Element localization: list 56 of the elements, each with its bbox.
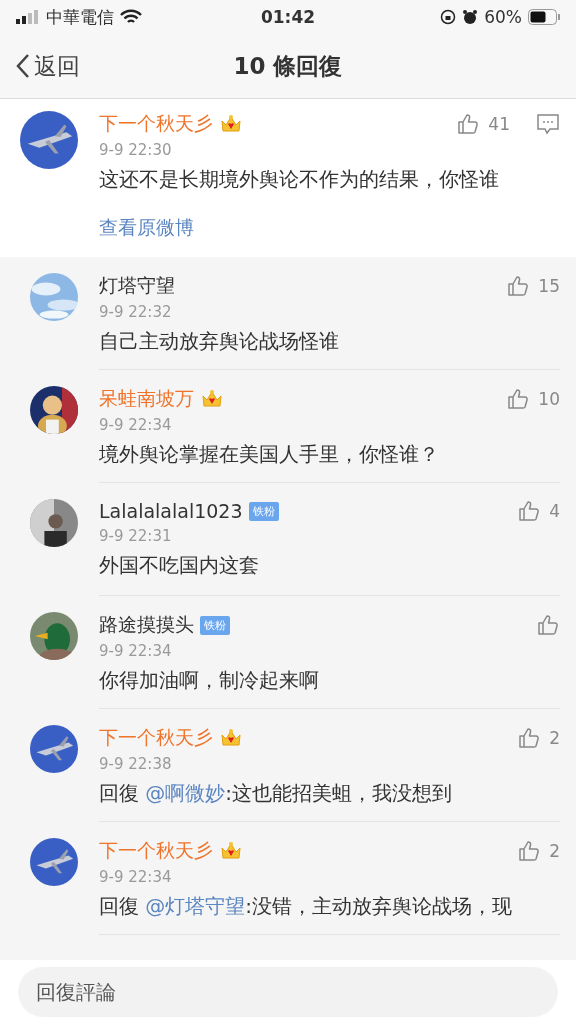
like-count: 10 [538,389,560,409]
mention-link[interactable]: @灯塔守望 [145,894,246,918]
chevron-left-icon [16,53,30,79]
mention-link[interactable]: @啊微妙 [145,781,226,805]
like-count: 4 [549,501,560,521]
crown-icon [219,727,243,749]
comment-icon[interactable] [536,113,560,135]
like-count: 41 [488,114,510,134]
wifi-icon [120,9,142,25]
user-name[interactable]: 呆蛙南坡万 [99,386,194,412]
timestamp: 9-9 22:31 [99,527,173,545]
user-name[interactable]: 灯塔守望 [99,273,175,299]
back-button[interactable]: 返回 [16,50,80,82]
user-name[interactable]: 路途摸摸头 [99,612,194,638]
view-original-link[interactable]: 查看原微博 [99,215,194,241]
timestamp: 9-9 22:34 [99,642,173,660]
crown-icon [219,113,243,135]
timestamp: 9-9 22:38 [99,755,173,773]
rotation-lock-icon [440,9,457,25]
comment-text: 这还不是长期境外舆论不作为的结果，你怪谁 [99,166,500,193]
comment-text: 境外舆论掌握在美国人手里，你怪谁？ [99,441,440,468]
timestamp: 9-9 22:30 [99,141,173,159]
timestamp: 9-9 22:34 [99,868,173,886]
user-name[interactable]: Lalalalalal1023 [99,500,243,522]
like-count: 2 [549,841,560,861]
fan-badge: 铁粉 [200,615,230,635]
comment-text: 回復 @灯塔守望:没错，主动放弃舆论战场，现 [99,893,514,920]
thumbs-up-icon[interactable] [517,499,542,523]
comment-text: 回復 @啊微妙:这也能招美蛆，我没想到 [99,780,454,807]
comment-text: 自己主动放弃舆论战场怪谁 [99,328,340,355]
alarm-icon [462,9,479,25]
crown-icon [219,840,243,862]
thumbs-up-icon[interactable] [536,613,560,637]
like-count: 15 [538,276,560,296]
thumbs-up-icon[interactable] [456,112,481,136]
thumbs-up-icon[interactable] [506,274,531,298]
crown-icon [200,388,224,410]
battery-icon [528,9,560,25]
page-title: 10 條回復 [233,52,343,79]
timestamp: 9-9 22:32 [99,303,173,321]
clock: 01:42 [260,7,316,27]
signal-icon [16,10,40,24]
like-count: 2 [549,728,560,748]
timestamp: 9-9 22:34 [99,416,173,434]
user-name[interactable]: 下一个秋天彡 [99,111,213,137]
thumbs-up-icon[interactable] [517,726,542,750]
carrier-name: 中華電信 [46,5,114,29]
user-name[interactable]: 下一个秋天彡 [99,725,213,751]
thumbs-up-icon[interactable] [506,387,531,411]
comment-text: 你得加油啊，制冷起来啊 [99,667,320,694]
battery-percent: 60% [484,7,522,27]
fan-badge: 铁粉 [248,501,279,521]
comment-text: 外国不吃国内这套 [99,552,260,579]
reply-input[interactable]: 回復評論 [18,967,558,1017]
thumbs-up-icon[interactable] [517,839,542,863]
user-name[interactable]: 下一个秋天彡 [99,838,213,864]
